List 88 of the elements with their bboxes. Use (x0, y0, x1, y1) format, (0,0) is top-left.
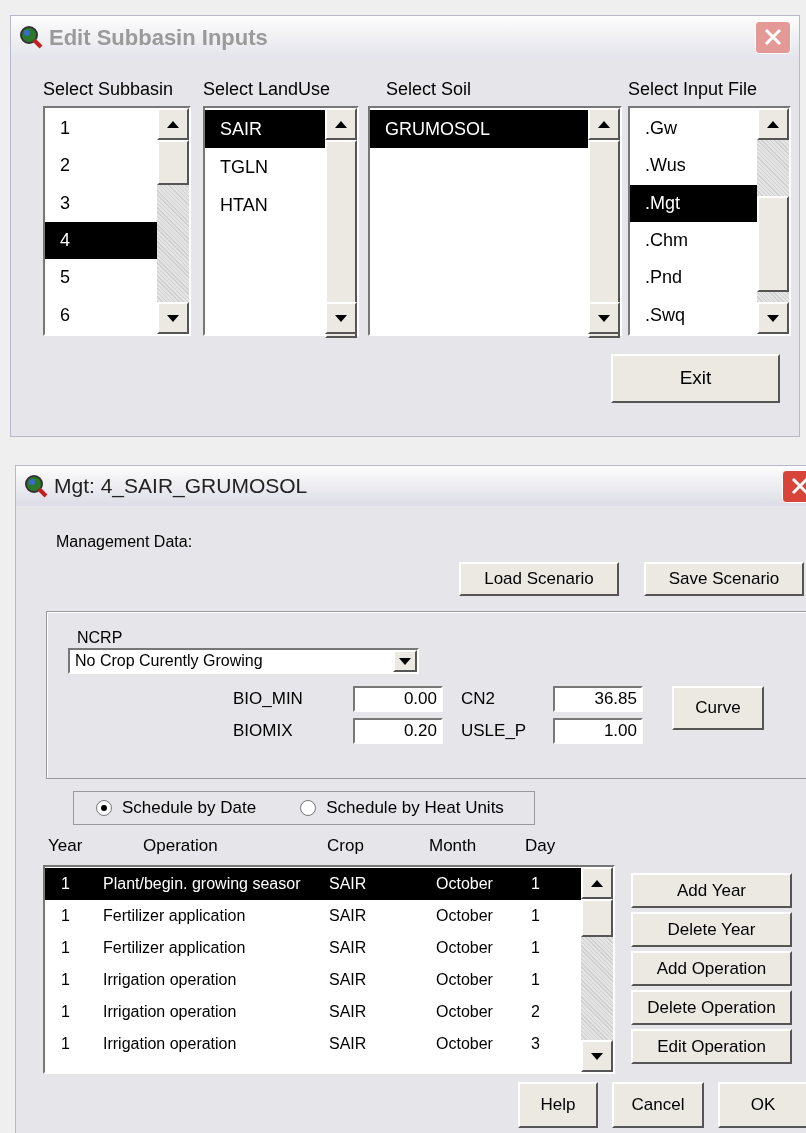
column-header: Operation (142, 834, 219, 857)
table-cell-text: October (436, 1034, 494, 1054)
field-label: USLE_P (460, 720, 528, 743)
list-item[interactable]: HTAN (205, 186, 325, 224)
table-cell-text: SAIR (329, 1034, 368, 1054)
list-item[interactable]: .Chm (630, 222, 757, 260)
radio-label: Schedule by Date (122, 797, 257, 820)
list-item[interactable]: .Pnd (630, 259, 757, 297)
list-item[interactable]: .Swq (630, 296, 757, 334)
dialog-button[interactable]: Cancel (612, 1082, 704, 1128)
list-label: Select Soil (385, 78, 473, 101)
table-row[interactable]: 1 Irrigation operation SAIR October 3 (45, 1028, 581, 1060)
list-item[interactable]: 3 (45, 184, 157, 222)
operation-button[interactable]: Add Operation (631, 951, 792, 986)
list-item[interactable]: .Wus (630, 147, 757, 185)
list-label: Select Subbasin (43, 78, 175, 101)
table-row[interactable]: 1 Plant/begin. growing seasor SAIR October 1 (45, 868, 581, 900)
table-cell-text: Irrigation operation (103, 1002, 238, 1022)
table-cell-text: October (436, 906, 494, 926)
column-header: Month (429, 834, 478, 857)
operation-button[interactable]: Delete Year (631, 912, 792, 947)
operation-button[interactable]: Edit Operation (631, 1029, 792, 1064)
table-row[interactable]: 1 Fertilizer application SAIR October 1 (45, 932, 581, 964)
section-label: Management Data: (56, 532, 194, 552)
curve-button[interactable]: Curve (672, 686, 764, 730)
exit-button[interactable]: Exit (611, 354, 780, 403)
number-field[interactable]: 36.85 (553, 686, 643, 712)
table-cell-text: SAIR (329, 906, 368, 926)
field-label: CN2 (460, 688, 496, 711)
operation-button[interactable]: Delete Operation (631, 990, 792, 1025)
list-item[interactable]: 1 (45, 110, 157, 148)
table-cell-text: 1 (531, 970, 541, 990)
list-item[interactable]: 6 (45, 296, 157, 334)
table-cell-text: Irrigation operation (103, 970, 238, 990)
table-cell-text: October (436, 874, 494, 894)
dialog-button[interactable]: OK (718, 1082, 806, 1128)
table-cell-text: Irrigation operation (103, 1034, 238, 1054)
column-header: Crop (327, 834, 365, 857)
table-cell-text: 1 (531, 938, 541, 958)
table-row[interactable]: 1 Irrigation operation SAIR October 1 (45, 964, 581, 996)
table-cell-text: Fertilizer application (103, 938, 247, 958)
window-title: Edit Subbasin Inputs (49, 23, 269, 52)
number-field[interactable]: 0.20 (353, 718, 443, 744)
table-cell-text: October (436, 1002, 494, 1022)
list-item[interactable]: GRUMOSOL (370, 110, 588, 148)
list-item[interactable]: 5 (45, 259, 157, 297)
list-item[interactable]: TGLN (205, 148, 325, 186)
table-cell-text: 1 (60, 906, 71, 926)
number-field[interactable]: 1.00 (553, 718, 643, 744)
table-cell-text: 1 (60, 874, 71, 894)
ncrp-label: NCRP (77, 628, 124, 648)
table-cell-text: 1 (531, 906, 541, 926)
table-cell-text: SAIR (329, 938, 368, 958)
table-cell-text: Plant/begin. growing seasor (103, 874, 302, 894)
table-cell-text: SAIR (329, 1002, 368, 1022)
table-cell-text: 1 (60, 938, 71, 958)
scenario-button[interactable]: Save Scenario (644, 562, 804, 596)
table-cell-text: 1 (60, 1002, 71, 1022)
radio-label: Schedule by Heat Units (326, 797, 504, 820)
list-item[interactable]: .Gw (630, 110, 757, 148)
list-item[interactable]: SAIR (205, 110, 325, 148)
table-cell-text: 1 (60, 1034, 71, 1054)
table-cell-text: October (436, 938, 494, 958)
column-header: Day (525, 834, 557, 857)
table-cell-text: Fertilizer application (103, 906, 247, 926)
table-row[interactable]: 1 Irrigation operation SAIR October 2 (45, 996, 581, 1028)
table-row[interactable]: 1 Fertilizer application SAIR October 1 (45, 900, 581, 932)
table-cell-text: SAIR (329, 970, 368, 990)
table-cell-text: SAIR (329, 874, 368, 894)
list-item[interactable]: .Mgt (630, 184, 757, 222)
table-cell-text: 3 (531, 1034, 541, 1054)
list-label: Select LandUse (203, 78, 332, 101)
table-cell-text: October (436, 970, 494, 990)
table-cell-text: 1 (60, 970, 71, 990)
field-label: BIOMIX (233, 720, 294, 743)
scenario-button[interactable]: Load Scenario (459, 562, 619, 596)
field-label: BIO_MIN (233, 688, 304, 711)
dialog-button[interactable]: Help (518, 1082, 598, 1128)
operation-button[interactable]: Add Year (631, 873, 792, 908)
table-cell-text: 1 (531, 874, 541, 894)
table-cell-text: 2 (531, 1002, 541, 1022)
list-label: Select Input File (628, 78, 759, 101)
window-title: Mgt: 4_SAIR_GRUMOSOL (54, 473, 309, 500)
list-item[interactable]: 2 (45, 147, 157, 185)
column-header: Year (47, 834, 84, 857)
crop-dropdown[interactable]: No Crop Curently Growing (68, 648, 419, 674)
number-field[interactable]: 0.00 (353, 686, 443, 712)
list-item[interactable]: 4 (45, 222, 157, 260)
